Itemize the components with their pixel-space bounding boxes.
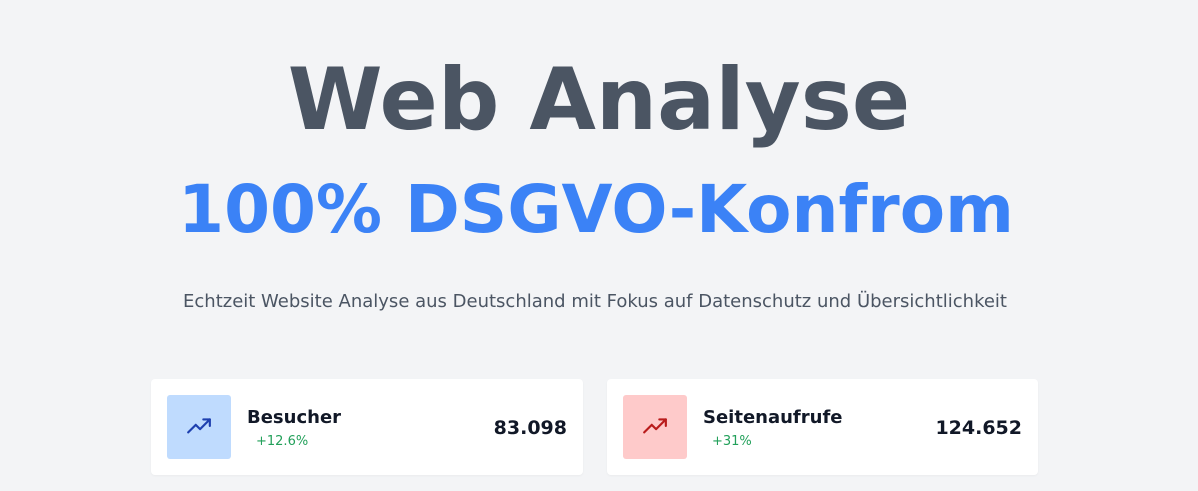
page-subtitle: 100% DSGVO-Konfrom [178, 171, 1014, 248]
stat-value: 83.098 [493, 417, 567, 439]
stat-change: +12.6% [256, 434, 309, 449]
stat-icon-box [623, 395, 687, 459]
page-title: Web Analyse [287, 50, 911, 150]
stat-change: +31% [712, 434, 752, 449]
trending-up-icon [187, 418, 211, 434]
stat-label: Seitenaufrufe [703, 407, 843, 428]
stat-card-visitors: Besucher +12.6% 83.098 [151, 379, 583, 475]
stat-card-pageviews: Seitenaufrufe +31% 124.652 [607, 379, 1038, 475]
stat-icon-box [167, 395, 231, 459]
stat-label: Besucher [247, 407, 342, 428]
trending-up-icon [643, 418, 667, 434]
tagline: Echtzeit Website Analyse aus Deutschland… [183, 291, 1007, 312]
stat-value: 124.652 [935, 417, 1022, 439]
